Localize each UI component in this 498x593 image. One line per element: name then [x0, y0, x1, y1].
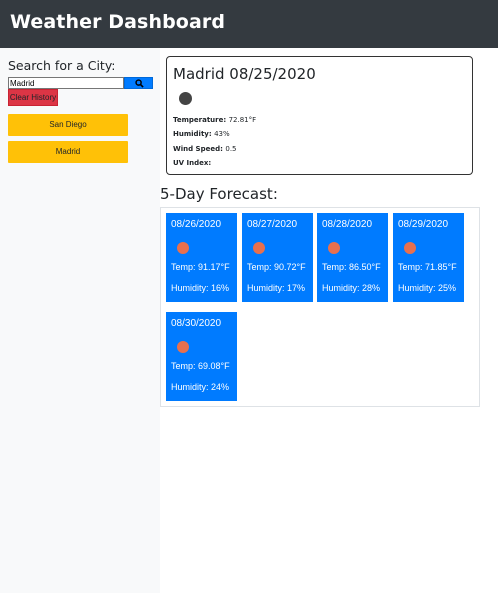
temperature-value: 72.81°F [228, 116, 257, 124]
forecast-card: 08/28/2020 Temp: 86.50°F Humidity: 28% [317, 213, 388, 302]
forecast-humidity: Humidity: 17% [247, 283, 306, 293]
weather-icon [328, 242, 340, 254]
forecast-temp: Temp: 69.08°F [171, 361, 230, 371]
forecast-temp: Temp: 90.72°F [247, 262, 306, 272]
temperature-stat: Temperature: 72.81°F [173, 116, 256, 124]
sidebar: Search for a City: Clear History San Die… [0, 48, 160, 593]
current-weather-card: Madrid 08/25/2020 Temperature: 72.81°F H… [166, 56, 473, 175]
wind-speed-value: 0.5 [225, 145, 237, 153]
uv-index-stat: UV Index: [173, 159, 211, 167]
navbar: Weather Dashboard [0, 0, 498, 48]
forecast-date: 08/30/2020 [171, 318, 222, 329]
wind-speed-label: Wind Speed: [173, 145, 223, 153]
weather-icon [179, 92, 192, 105]
search-icon [135, 79, 144, 88]
forecast-humidity: Humidity: 16% [171, 283, 230, 293]
forecast-temp: Temp: 86.50°F [322, 262, 381, 272]
weather-icon [177, 341, 189, 353]
forecast-temp: Temp: 71.85°F [398, 262, 457, 272]
uv-index-label: UV Index: [173, 159, 212, 167]
forecast-temp: Temp: 91.17°F [171, 262, 230, 272]
forecast-card: 08/26/2020 Temp: 91.17°F Humidity: 16% [166, 213, 237, 302]
history-city-button[interactable]: Madrid [8, 141, 128, 163]
forecast-date: 08/26/2020 [171, 219, 222, 230]
temperature-label: Temperature: [173, 116, 227, 124]
weather-icon [253, 242, 265, 254]
clear-history-button[interactable]: Clear History [8, 89, 58, 106]
forecast-card: 08/30/2020 Temp: 69.08°F Humidity: 24% [166, 312, 237, 401]
current-city-title: Madrid 08/25/2020 [173, 65, 316, 83]
forecast-date: 08/29/2020 [398, 219, 449, 230]
weather-icon [404, 242, 416, 254]
humidity-value: 43% [214, 130, 230, 138]
app-title: Weather Dashboard [10, 11, 226, 33]
forecast-heading: 5-Day Forecast: [160, 185, 278, 203]
forecast-humidity: Humidity: 24% [171, 382, 230, 392]
forecast-date: 08/27/2020 [247, 219, 298, 230]
forecast-card: 08/29/2020 Temp: 71.85°F Humidity: 25% [393, 213, 464, 302]
forecast-container: 08/26/2020 Temp: 91.17°F Humidity: 16% 0… [160, 207, 480, 407]
forecast-humidity: Humidity: 25% [398, 283, 457, 293]
forecast-card: 08/27/2020 Temp: 90.72°F Humidity: 17% [242, 213, 313, 302]
search-label: Search for a City: [8, 58, 116, 73]
humidity-label: Humidity: [173, 130, 212, 138]
forecast-humidity: Humidity: 28% [322, 283, 381, 293]
search-button[interactable] [124, 77, 153, 89]
forecast-date: 08/28/2020 [322, 219, 373, 230]
city-search-input[interactable] [8, 77, 124, 89]
history-city-button[interactable]: San Diego [8, 114, 128, 136]
weather-icon [177, 242, 189, 254]
humidity-stat: Humidity: 43% [173, 130, 230, 138]
wind-speed-stat: Wind Speed: 0.5 [173, 145, 237, 153]
